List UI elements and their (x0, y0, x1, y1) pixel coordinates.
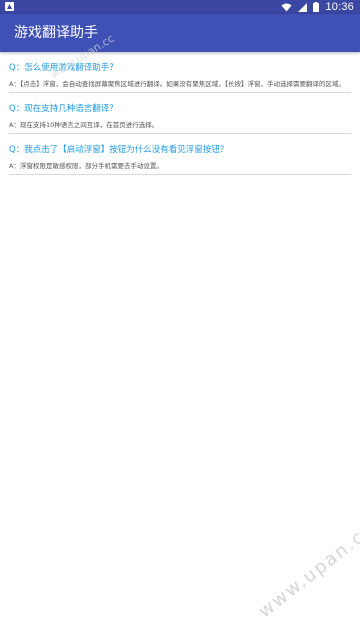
faq-item: Q：怎么使用游戏翻译助手？ A：【点击】浮窗，会自动查找屏幕聚焦区域进行翻译。如… (9, 52, 351, 93)
watermark-bottom: www.upan.cc (254, 518, 360, 623)
status-bar: 10:36 (0, 0, 360, 14)
notification-icon (5, 2, 14, 11)
status-icons: 10:36 (281, 0, 354, 14)
faq-question: Q：现在支持几种语言翻译？ (9, 104, 118, 114)
battery-icon (313, 2, 320, 12)
app-title: 游戏翻译助手 (14, 25, 98, 41)
wifi-icon (281, 3, 292, 11)
faq-item: Q：我点击了【启动浮窗】按钮为什么没有看见浮窗按钮？ A：浮窗权限是敏感权限，部… (9, 134, 351, 175)
status-time: 10:36 (325, 1, 354, 13)
signal-icon (298, 2, 308, 12)
app-bar: 游戏翻译助手 (0, 14, 360, 52)
faq-item: Q：现在支持几种语言翻译？ A：现在支持10种语言之间互译，在首页进行选择。 (9, 93, 351, 134)
faq-answer: A：现在支持10种语言之间互译，在首页进行选择。 (9, 121, 159, 129)
faq-list: Q：怎么使用游戏翻译助手？ A：【点击】浮窗，会自动查找屏幕聚焦区域进行翻译。如… (0, 52, 360, 175)
faq-answer: A：浮窗权限是敏感权限，部分手机需要去手动设置。 (9, 162, 163, 170)
faq-answer: A：【点击】浮窗，会自动查找屏幕聚焦区域进行翻译。如果没有聚焦区域，【长按】浮窗… (9, 80, 345, 88)
faq-question: Q：我点击了【启动浮窗】按钮为什么没有看见浮窗按钮？ (9, 145, 229, 155)
faq-question: Q：怎么使用游戏翻译助手？ (9, 63, 118, 73)
